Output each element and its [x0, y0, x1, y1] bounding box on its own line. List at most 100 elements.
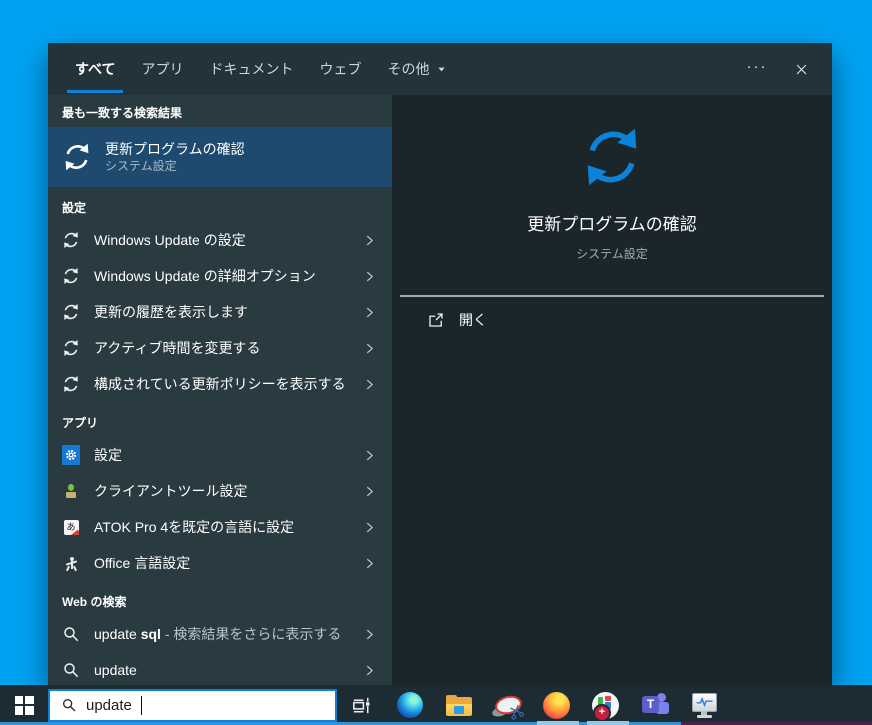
tab-web[interactable]: ウェブ [306, 43, 374, 95]
result-atok[interactable]: あ ATOK Pro 4を既定の言語に設定 [48, 509, 392, 545]
result-label: クライアントツール設定 [94, 483, 248, 499]
web-suggestion-update-sql[interactable]: update sql - 検索結果をさらに表示する [48, 616, 392, 652]
edge-icon [396, 692, 423, 718]
task-view-button[interactable] [337, 685, 385, 725]
waveform-icon [695, 696, 714, 708]
chevron-right-icon [363, 557, 376, 570]
preview-panel: 更新プログラムの確認 システム設定 開く [392, 95, 832, 685]
result-label: Windows Update の設定 [94, 232, 246, 248]
open-action-label: 開く [459, 312, 487, 328]
snipping-tool-icon [491, 692, 523, 718]
tab-more-label: その他 [387, 61, 430, 77]
sync-icon [62, 339, 80, 357]
results-panel: 最も一致する検索結果 更新プログラムの確認 システム設定 設定 Windows … [48, 95, 392, 685]
firefox-icon [543, 691, 570, 719]
sync-icon [62, 267, 80, 285]
result-client-tools[interactable]: クライアントツール設定 [48, 473, 392, 509]
result-label: ATOK Pro 4を既定の言語に設定 [94, 519, 295, 535]
sync-icon [62, 375, 80, 393]
taskbar-item-edge[interactable] [385, 685, 434, 725]
chevron-down-icon [436, 64, 447, 75]
chevron-right-icon [363, 270, 376, 283]
result-settings-app[interactable]: 設定 [48, 437, 392, 473]
best-match-header: 最も一致する検索結果 [62, 106, 183, 120]
office-language-icon [62, 554, 80, 572]
best-match-result[interactable]: 更新プログラムの確認 システム設定 [48, 127, 392, 187]
chevron-right-icon [363, 234, 376, 247]
taskbar-item-snipping-tool[interactable] [483, 685, 532, 725]
taskbar-item-file-explorer[interactable] [434, 685, 483, 725]
result-label: 構成されている更新ポリシーを表示する [94, 376, 346, 392]
open-action[interactable]: 開く [427, 310, 487, 330]
desktop: すべて アプリ ドキュメント ウェブ その他 ··· 最も一致する検索結果 更新… [0, 0, 872, 725]
client-tools-icon [62, 482, 80, 500]
tabbar-actions: ··· [742, 43, 832, 95]
tab-all[interactable]: すべて [62, 43, 128, 95]
tab-web-label: ウェブ [319, 61, 362, 77]
preview-subtitle: システム設定 [576, 247, 648, 261]
taskbar-item-badge-app[interactable]: + [581, 685, 630, 725]
result-update-history[interactable]: 更新の履歴を表示します [48, 294, 392, 330]
chevron-right-icon [363, 664, 376, 677]
search-tabbar: すべて アプリ ドキュメント ウェブ その他 ··· [48, 43, 832, 95]
close-button[interactable] [786, 54, 816, 84]
taskbar-item-teams[interactable]: T [630, 685, 679, 725]
taskbar-item-system-monitor[interactable] [679, 685, 728, 725]
best-match-title: 更新プログラムの確認 [105, 140, 245, 157]
result-label: 更新の履歴を表示します [94, 304, 248, 320]
search-icon [62, 625, 80, 643]
taskbar-item-firefox[interactable] [532, 685, 581, 725]
tab-apps[interactable]: アプリ [128, 43, 196, 95]
tab-documents-label: ドキュメント [209, 61, 294, 77]
chevron-right-icon [363, 342, 376, 355]
system-monitor-icon [690, 692, 718, 719]
result-label: 設定 [94, 447, 122, 463]
ellipsis-icon: ··· [746, 57, 768, 75]
options-button[interactable]: ··· [742, 54, 772, 84]
taskbar-search-input[interactable]: update [48, 688, 337, 722]
tab-all-label: すべて [75, 61, 116, 77]
result-label: Windows Update の詳細オプション [94, 268, 316, 284]
apps-section-header: アプリ [62, 416, 99, 430]
chevron-right-icon [363, 521, 376, 534]
badge-app-running-indicator [587, 721, 629, 725]
search-input-value: update [86, 696, 132, 714]
teams-icon: T [640, 692, 669, 718]
tab-more[interactable]: その他 [374, 43, 460, 95]
web-section-header: Web の検索 [62, 595, 127, 609]
taskbar: update + T [0, 685, 872, 725]
settings-section-header: 設定 [62, 201, 87, 215]
search-flyout: すべて アプリ ドキュメント ウェブ その他 ··· 最も一致する検索結果 更新… [48, 43, 832, 685]
result-windows-update-advanced[interactable]: Windows Update の詳細オプション [48, 258, 392, 294]
tab-documents[interactable]: ドキュメント [196, 43, 306, 95]
open-icon [427, 311, 445, 329]
task-view-icon [350, 694, 373, 717]
best-match-text: 更新プログラムの確認 システム設定 [105, 140, 245, 174]
web-suggestion-label: update [94, 662, 137, 678]
close-icon [794, 62, 809, 77]
result-update-policies[interactable]: 構成されている更新ポリシーを表示する [48, 366, 392, 402]
windows-logo-icon [14, 695, 34, 715]
chevron-right-icon [363, 485, 376, 498]
settings-gear-icon [62, 445, 80, 465]
badge-app-icon: + [592, 691, 619, 722]
sync-icon [62, 303, 80, 321]
chevron-right-icon [363, 449, 376, 462]
search-icon [62, 661, 80, 679]
sync-icon-large [580, 125, 644, 189]
start-button[interactable] [0, 685, 48, 725]
result-office-language[interactable]: Office 言語設定 [48, 545, 392, 581]
search-content: 最も一致する検索結果 更新プログラムの確認 システム設定 設定 Windows … [48, 95, 832, 685]
sync-icon [62, 142, 92, 172]
chevron-right-icon [363, 378, 376, 391]
tab-apps-label: アプリ [141, 61, 184, 77]
chevron-right-icon [363, 306, 376, 319]
sync-icon [62, 231, 80, 249]
web-suggestion-label: update sql - 検索結果をさらに表示する [94, 626, 342, 642]
preview-divider [400, 295, 824, 297]
result-windows-update-settings[interactable]: Windows Update の設定 [48, 222, 392, 258]
result-active-hours[interactable]: アクティブ時間を変更する [48, 330, 392, 366]
web-suggestion-update[interactable]: update [48, 652, 392, 685]
file-explorer-icon [445, 694, 472, 716]
plus-badge-icon: + [593, 703, 611, 722]
